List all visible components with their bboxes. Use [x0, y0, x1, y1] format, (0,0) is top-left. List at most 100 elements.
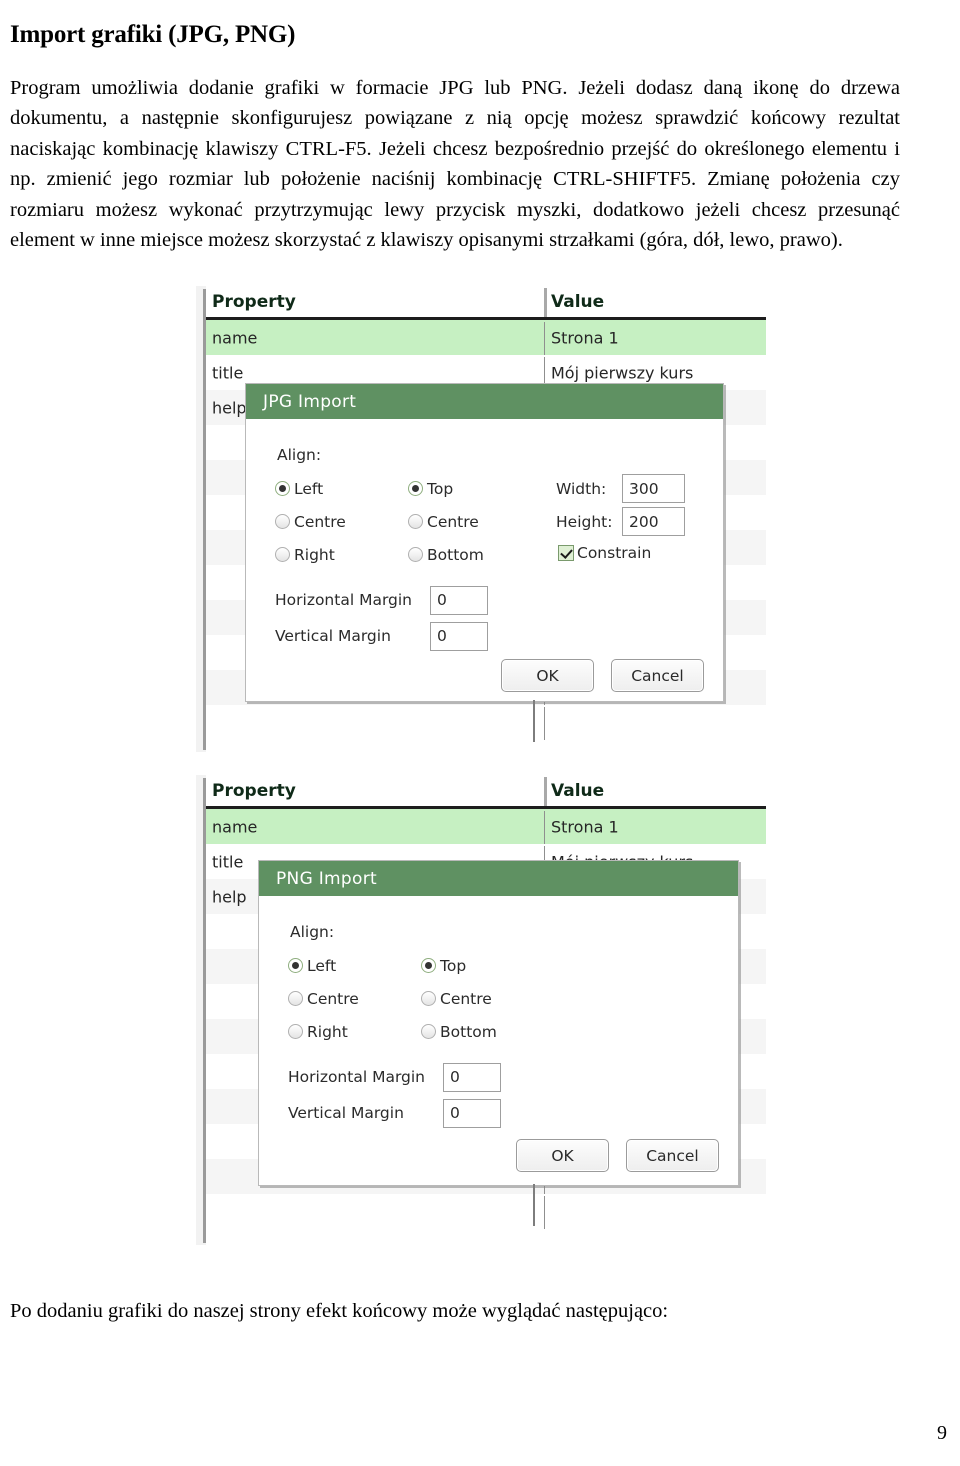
- radio-icon[interactable]: [408, 514, 423, 529]
- radio-icon[interactable]: [288, 958, 303, 973]
- radio-label: Left: [307, 956, 337, 975]
- radio-option-bottom[interactable]: Bottom: [421, 1015, 497, 1048]
- radio-option-top[interactable]: Top: [408, 472, 484, 505]
- column-header-property: Property: [212, 291, 296, 312]
- dialog-button-row: OK Cancel: [501, 659, 704, 692]
- column-splitter[interactable]: [544, 811, 545, 844]
- height-field-row: Height: 200: [556, 505, 685, 538]
- row-property: title: [212, 852, 244, 871]
- radio-option-left[interactable]: Left: [288, 949, 359, 982]
- dialog-title-bar[interactable]: JPG Import: [246, 384, 723, 419]
- ok-button[interactable]: OK: [501, 659, 594, 692]
- horizontal-margin-row: Horizontal Margin 0: [288, 1059, 501, 1095]
- cancel-button[interactable]: Cancel: [626, 1139, 719, 1172]
- radio-label: Top: [440, 956, 467, 975]
- dialog-title-bar[interactable]: PNG Import: [259, 861, 738, 896]
- column-splitter-handle[interactable]: [533, 1184, 535, 1226]
- jpg-import-dialog[interactable]: JPG Import Align: Left Centre Right Top …: [245, 383, 724, 702]
- radio-icon[interactable]: [275, 481, 290, 496]
- intro-paragraph: Program umożliwia dodanie grafiki w form…: [10, 76, 900, 252]
- radio-option-centre-v[interactable]: Centre: [408, 505, 484, 538]
- table-header-row: Property Value: [206, 775, 766, 809]
- page-number: 9: [937, 1422, 947, 1444]
- margins-section: Horizontal Margin 0 Vertical Margin 0: [275, 582, 488, 654]
- row-property: help: [212, 887, 247, 906]
- table-row[interactable]: name Strona 1: [206, 320, 766, 355]
- radio-icon[interactable]: [288, 1024, 303, 1039]
- vertical-align-radio-group: Top Centre Bottom: [408, 472, 484, 571]
- radio-icon[interactable]: [275, 547, 290, 562]
- height-label: Height:: [556, 512, 613, 531]
- cancel-button[interactable]: Cancel: [611, 659, 704, 692]
- margins-section: Horizontal Margin 0 Vertical Margin 0: [288, 1059, 501, 1131]
- panel-gutter: [196, 286, 206, 752]
- height-input[interactable]: 200: [622, 507, 685, 536]
- radio-icon[interactable]: [288, 991, 303, 1006]
- vertical-margin-label: Vertical Margin: [275, 627, 391, 645]
- radio-option-left[interactable]: Left: [275, 472, 346, 505]
- horizontal-margin-input[interactable]: 0: [443, 1062, 501, 1092]
- width-field-row: Width: 300: [556, 472, 685, 505]
- jpg-import-screenshot: Property Value name Strona 1 title Mój p…: [196, 286, 766, 752]
- horizontal-margin-label: Horizontal Margin: [275, 591, 413, 609]
- radio-icon[interactable]: [408, 547, 423, 562]
- column-splitter[interactable]: [544, 322, 545, 355]
- row-property: title: [212, 363, 244, 382]
- horizontal-align-radio-group: Left Centre Right: [288, 949, 359, 1048]
- radio-option-centre-h[interactable]: Centre: [288, 982, 359, 1015]
- column-splitter[interactable]: [544, 1196, 545, 1229]
- radio-option-centre-h[interactable]: Centre: [275, 505, 346, 538]
- radio-option-right[interactable]: Right: [288, 1015, 359, 1048]
- radio-icon[interactable]: [408, 481, 423, 496]
- radio-label: Right: [307, 1022, 348, 1041]
- page-title: Import grafiki (JPG, PNG): [10, 20, 296, 48]
- radio-label: Bottom: [427, 545, 484, 564]
- ok-button[interactable]: OK: [516, 1139, 609, 1172]
- vertical-margin-label: Vertical Margin: [288, 1104, 404, 1122]
- radio-option-bottom[interactable]: Bottom: [408, 538, 484, 571]
- horizontal-margin-row: Horizontal Margin 0: [275, 582, 488, 618]
- radio-label: Top: [427, 479, 454, 498]
- radio-option-right[interactable]: Right: [275, 538, 346, 571]
- constrain-checkbox-row[interactable]: Constrain: [558, 538, 685, 568]
- vertical-align-radio-group: Top Centre Bottom: [421, 949, 497, 1048]
- radio-option-top[interactable]: Top: [421, 949, 497, 982]
- radio-label: Centre: [294, 512, 346, 531]
- table-header-row: Property Value: [206, 286, 766, 320]
- radio-label: Centre: [427, 512, 479, 531]
- closing-paragraph: Po dodaniu grafiki do naszej strony efek…: [10, 1299, 669, 1322]
- radio-icon[interactable]: [421, 1024, 436, 1039]
- vertical-margin-input[interactable]: 0: [443, 1098, 501, 1128]
- column-splitter[interactable]: [544, 288, 547, 317]
- align-section-label: Align:: [277, 446, 322, 464]
- radio-icon[interactable]: [421, 958, 436, 973]
- row-property: name: [212, 328, 258, 347]
- width-label: Width:: [556, 479, 607, 498]
- size-section: Width: 300 Height: 200 Constrain: [556, 472, 685, 568]
- vertical-margin-row: Vertical Margin 0: [288, 1095, 501, 1131]
- radio-label: Centre: [307, 989, 359, 1008]
- radio-label: Centre: [440, 989, 492, 1008]
- column-splitter[interactable]: [544, 777, 547, 806]
- radio-icon[interactable]: [421, 991, 436, 1006]
- radio-option-centre-v[interactable]: Centre: [421, 982, 497, 1015]
- vertical-margin-input[interactable]: 0: [430, 621, 488, 651]
- width-input[interactable]: 300: [622, 474, 685, 503]
- checkmark-icon[interactable]: [558, 545, 574, 561]
- column-splitter[interactable]: [544, 707, 545, 740]
- row-value: Strona 1: [551, 328, 619, 347]
- table-row[interactable]: [206, 1194, 766, 1229]
- table-row[interactable]: [206, 705, 766, 740]
- png-import-dialog[interactable]: PNG Import Align: Left Centre Right Top …: [258, 860, 739, 1186]
- column-splitter-handle[interactable]: [533, 700, 535, 742]
- radio-icon[interactable]: [275, 514, 290, 529]
- align-section-label: Align:: [290, 923, 335, 941]
- constrain-label: Constrain: [577, 544, 652, 562]
- horizontal-margin-input[interactable]: 0: [430, 585, 488, 615]
- dialog-title-text: PNG Import: [276, 868, 377, 889]
- radio-label: Left: [294, 479, 324, 498]
- png-import-screenshot: Property Value name Strona 1 title Mój p…: [196, 775, 766, 1245]
- table-row[interactable]: name Strona 1: [206, 809, 766, 844]
- horizontal-margin-label: Horizontal Margin: [288, 1068, 426, 1086]
- row-property: name: [212, 817, 258, 836]
